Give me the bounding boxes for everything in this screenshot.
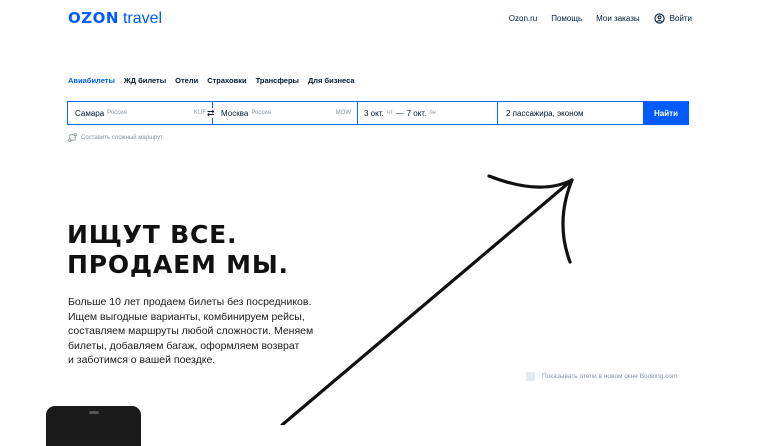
swap-arrows-icon[interactable]: ⇄ [207,108,215,118]
booking-label: Показывать отели в новом окне Booking.co… [542,373,678,380]
phone-speaker [89,411,99,414]
phone-illustration [46,406,141,446]
booking-option[interactable]: Показывать отели в новом окне Booking.co… [526,372,677,381]
booking-checkbox[interactable] [526,372,535,381]
arrow-illustration [280,174,574,425]
